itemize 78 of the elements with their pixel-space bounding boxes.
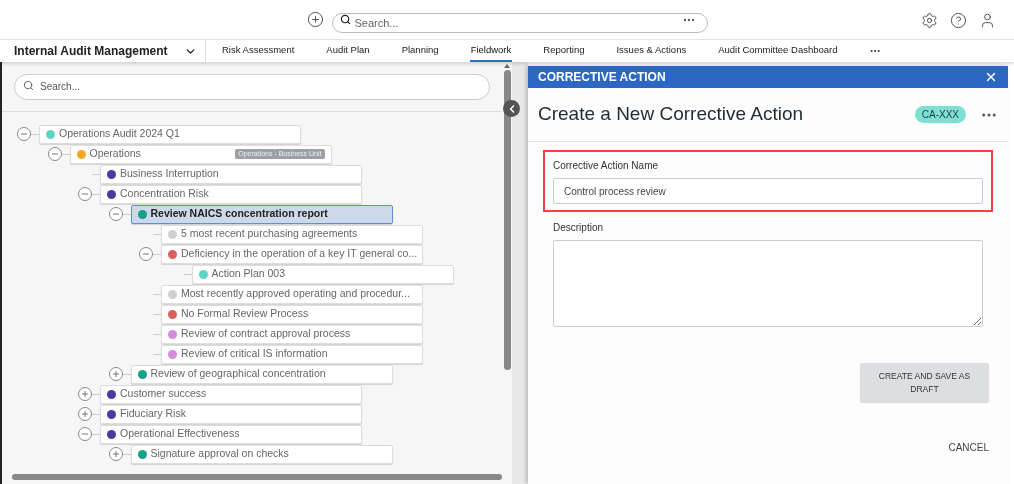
node-label: Business Interruption: [120, 166, 220, 182]
expand-toggle[interactable]: [78, 407, 92, 421]
node-label: Action Plan 003: [211, 266, 287, 282]
nav-tab[interactable]: Issues & Actions: [615, 40, 688, 62]
expand-toggle[interactable]: [108, 447, 123, 461]
settings-icon[interactable]: [921, 12, 938, 29]
node-label: Review of contract approval process: [181, 326, 352, 342]
tree-node[interactable]: Signature approval on checks: [130, 444, 393, 464]
plus-icon: [111, 450, 120, 458]
tree-node[interactable]: Business Interruption: [100, 164, 362, 184]
minus-icon: [81, 190, 89, 198]
tree-search-field[interactable]: Search...: [14, 73, 490, 100]
node-label: Operational Effectiveness: [120, 426, 241, 442]
minus-icon: [111, 210, 120, 218]
record-badge: CA-XXX: [914, 106, 966, 123]
collapse-toggle[interactable]: [78, 187, 92, 201]
name-field[interactable]: Control process review: [553, 178, 983, 204]
description-field[interactable]: [553, 240, 983, 327]
help-icon[interactable]: [950, 12, 967, 29]
collapse-toggle[interactable]: [78, 427, 92, 441]
tree-node[interactable]: Review of contract approval process: [161, 324, 423, 344]
node-label: Operations Audit 2024 Q1: [59, 126, 181, 142]
minus-icon: [142, 250, 150, 258]
minus-icon: [20, 130, 28, 138]
node-label: Concentration Risk: [120, 186, 210, 202]
create-draft-button[interactable]: CREATE AND SAVE AS DRAFT: [860, 363, 989, 402]
plus-icon: [111, 370, 120, 378]
node-label: Operations: [89, 146, 142, 162]
collapse-toggle[interactable]: [47, 147, 62, 161]
tree-node[interactable]: Action Plan 003: [191, 264, 454, 284]
nav-tab[interactable]: Reporting: [542, 40, 586, 62]
node-label: 5 most recent purchasing agreements: [181, 226, 359, 242]
node-label: No Formal Review Process: [181, 306, 310, 322]
nav-tab[interactable]: Risk Assessment: [221, 40, 296, 62]
search-field[interactable]: Search...: [331, 12, 708, 33]
tree-node[interactable]: Concentration Risk: [100, 184, 362, 204]
cancel-button[interactable]: CANCEL: [948, 440, 989, 455]
search-icon: [23, 80, 34, 91]
expand-toggle[interactable]: [78, 387, 92, 401]
tree-node[interactable]: Review of geographical concentration: [130, 364, 393, 384]
panel-title: Create a New Corrective Action: [538, 102, 805, 127]
tree-node[interactable]: Operations Audit 2024 Q1: [39, 124, 301, 144]
tree-node[interactable]: 5 most recent purchasing agreements: [161, 224, 423, 244]
plus-icon: [81, 410, 89, 418]
node-label: Fiduciary Risk: [120, 406, 187, 422]
node-label: Review of geographical concentration: [150, 366, 327, 382]
node-label: Customer success: [120, 386, 208, 402]
node-label: Review NAICS concentration report: [150, 206, 329, 222]
tree-node[interactable]: Fiduciary Risk: [100, 404, 362, 424]
collapse-toggle[interactable]: [108, 207, 123, 221]
user-icon[interactable]: [979, 12, 996, 29]
minus-icon: [81, 430, 89, 438]
tree-node[interactable]: Review NAICS concentration report: [130, 204, 393, 224]
tree-node[interactable]: No Formal Review Process: [161, 304, 423, 324]
tree-node[interactable]: Most recently approved operating and procedur...: [161, 284, 423, 304]
expand-toggle[interactable]: [108, 367, 123, 381]
tree-node[interactable]: Deficiency in the operation of a key IT general co...: [161, 244, 423, 264]
nav-tab[interactable]: Audit Plan: [325, 40, 371, 62]
search-icon: [339, 13, 351, 25]
tree-node[interactable]: Operational Effectiveness: [100, 424, 362, 444]
tree-node[interactable]: Customer success: [100, 384, 362, 404]
tree-node[interactable]: Review of critical IS information: [161, 344, 423, 364]
add-icon[interactable]: [306, 11, 324, 28]
node-label: Signature approval on checks: [150, 446, 290, 462]
panel-header-title: CORRECTIVE ACTION: [538, 69, 666, 86]
node-label: Review of critical IS information: [181, 346, 329, 362]
field-label: Description: [553, 221, 605, 235]
minus-icon: [50, 150, 59, 158]
close-icon[interactable]: [984, 70, 998, 84]
node-label: Deficiency in the operation of a key IT general co...: [181, 246, 418, 262]
scroll-up-icon[interactable]: [504, 64, 510, 68]
plus-icon: [81, 390, 89, 398]
collapse-toggle[interactable]: [17, 127, 31, 141]
nav-tab[interactable]: Audit Committee Dashboard: [717, 40, 839, 62]
nav-tab[interactable]: Planning: [400, 40, 440, 62]
field-label: Corrective Action Name: [553, 159, 660, 173]
node-label: Most recently approved operating and procedur...: [181, 286, 411, 302]
collapse-toggle[interactable]: [139, 247, 153, 261]
